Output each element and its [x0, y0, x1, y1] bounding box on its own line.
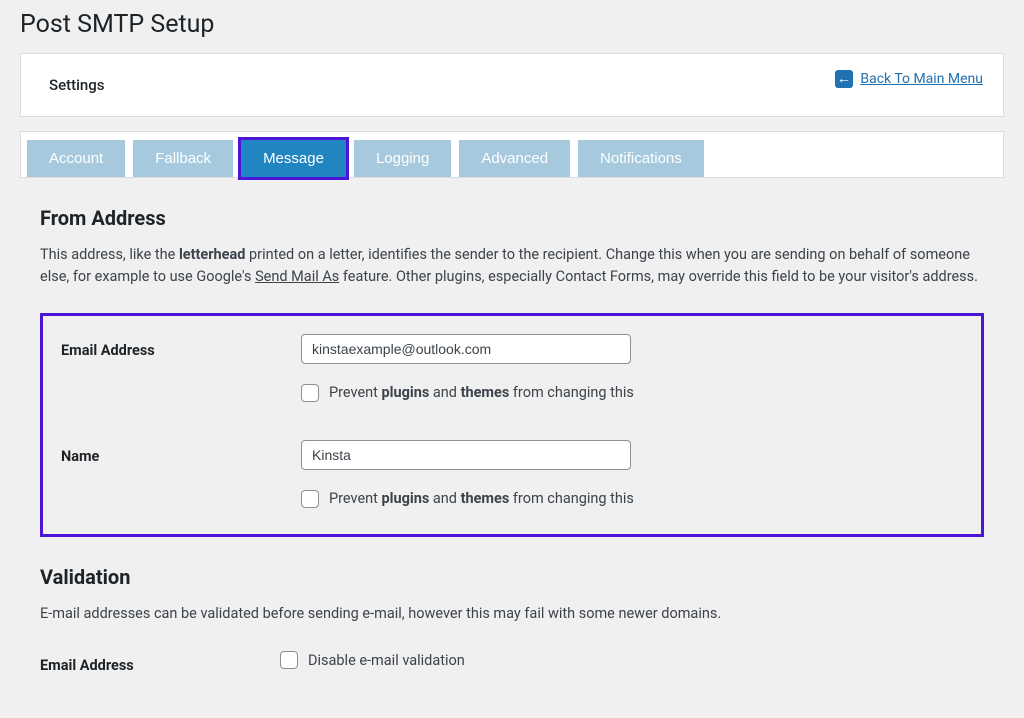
tabs-row: Account Fallback Message Logging Advance… [20, 131, 1004, 178]
settings-panel: Settings ← Back To Main Menu [20, 53, 1004, 117]
desc-text: feature. Other plugins, especially Conta… [339, 268, 978, 285]
email-address-row: Email Address [61, 334, 963, 364]
disable-validation-label: Disable e-mail validation [308, 652, 465, 669]
disable-validation-row: Email Address Disable e-mail validation [40, 649, 984, 674]
name-row: Name [61, 440, 963, 470]
validation-description: E-mail addresses can be validated before… [40, 603, 984, 625]
settings-label: Settings [49, 76, 105, 94]
from-address-highlight-box: Email Address Prevent plugins and themes… [40, 313, 984, 537]
prevent-email-checkbox[interactable] [301, 384, 319, 402]
tab-account[interactable]: Account [27, 140, 125, 177]
from-address-description: This address, like the letterhead printe… [40, 244, 984, 289]
name-input[interactable] [301, 440, 631, 470]
name-label: Name [61, 440, 301, 465]
desc-bold-letterhead: letterhead [179, 246, 246, 263]
page-title: Post SMTP Setup [20, 10, 1004, 39]
validation-heading: Validation [40, 565, 984, 589]
content-area: From Address This address, like the lett… [20, 206, 1004, 674]
back-link-wrap: ← Back To Main Menu [835, 70, 983, 88]
email-address-input[interactable] [301, 334, 631, 364]
prevent-name-checkbox[interactable] [301, 490, 319, 508]
tab-advanced[interactable]: Advanced [459, 140, 570, 177]
tab-logging[interactable]: Logging [354, 140, 451, 177]
prevent-name-row: Prevent plugins and themes from changing… [61, 488, 963, 508]
back-arrow-icon: ← [835, 70, 853, 88]
tab-fallback[interactable]: Fallback [133, 140, 233, 177]
prevent-email-row: Prevent plugins and themes from changing… [61, 382, 963, 402]
tab-notifications[interactable]: Notifications [578, 140, 704, 177]
send-mail-as-link[interactable]: Send Mail As [255, 268, 339, 285]
email-address-label: Email Address [61, 334, 301, 359]
prevent-email-label: Prevent plugins and themes from changing… [329, 384, 634, 401]
from-address-heading: From Address [40, 206, 984, 230]
disable-validation-checkbox[interactable] [280, 651, 298, 669]
desc-text: This address, like the [40, 246, 179, 263]
prevent-name-label: Prevent plugins and themes from changing… [329, 490, 634, 507]
tab-message[interactable]: Message [241, 140, 346, 177]
validation-email-label: Email Address [40, 649, 280, 674]
back-to-main-link[interactable]: Back To Main Menu [860, 71, 983, 87]
